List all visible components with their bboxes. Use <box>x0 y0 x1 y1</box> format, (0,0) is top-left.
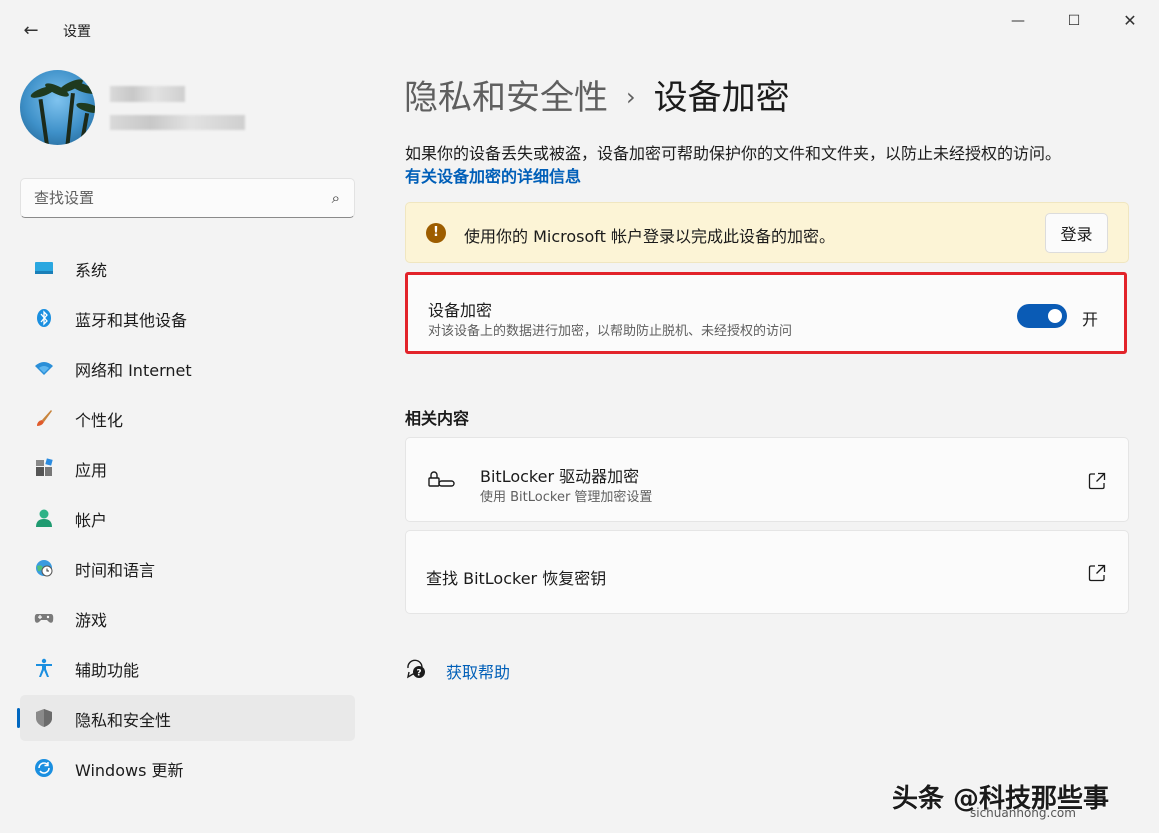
sidebar-item-label: Windows 更新 <box>75 761 184 780</box>
profile-name-blurred <box>110 86 185 102</box>
warning-text: 使用你的 Microsoft 帐户登录以完成此设备的加密。 <box>464 227 835 246</box>
sidebar-item-label: 帐户 <box>75 511 108 530</box>
accessibility-icon <box>36 658 52 677</box>
details-link[interactable]: 有关设备加密的详细信息 <box>405 163 581 187</box>
sidebar-item-system[interactable]: 系统 <box>20 245 355 291</box>
breadcrumb: 隐私和安全性 › 设备加密 <box>404 70 790 119</box>
sidebar-item-accounts[interactable]: 帐户 <box>20 495 355 541</box>
sidebar-item-label: 蓝牙和其他设备 <box>75 311 188 330</box>
recovery-key-card[interactable]: 查找 BitLocker 恢复密钥 <box>405 530 1129 614</box>
device-encryption-card: 设备加密 对该设备上的数据进行加密，以帮助防止脱机、未经授权的访问 开 <box>405 272 1127 354</box>
sidebar-nav: 系统 蓝牙和其他设备 网络和 Internet 个性化 应用 帐户 时间和语言 … <box>17 245 355 795</box>
search-input[interactable] <box>34 187 314 209</box>
sidebar-item-windows-update[interactable]: Windows 更新 <box>20 745 355 791</box>
lock-key-icon <box>428 471 455 487</box>
sidebar-item-label: 个性化 <box>75 411 124 430</box>
search-box[interactable]: ⌕ <box>20 178 355 218</box>
wifi-icon <box>35 362 53 375</box>
avatar[interactable] <box>20 70 95 145</box>
sidebar-item-gaming[interactable]: 游戏 <box>20 595 355 641</box>
sidebar-item-label: 辅助功能 <box>75 661 140 680</box>
title-bar: ← 设置 — ☐ ✕ <box>0 0 1159 60</box>
signin-button[interactable]: 登录 <box>1045 213 1108 253</box>
minimize-button[interactable]: — <box>1005 8 1031 34</box>
watermark-url: sichuanhong.com <box>970 806 1076 820</box>
toggle-knob <box>1048 309 1062 323</box>
sidebar-item-label: 隐私和安全性 <box>75 711 172 730</box>
sidebar-item-network[interactable]: 网络和 Internet <box>20 345 355 391</box>
search-icon[interactable]: ⌕ <box>332 189 340 207</box>
sidebar-item-privacy-security[interactable]: 隐私和安全性 <box>17 695 355 741</box>
sidebar-item-bluetooth[interactable]: 蓝牙和其他设备 <box>20 295 355 341</box>
breadcrumb-separator: › <box>626 83 636 111</box>
external-link-icon <box>1088 564 1106 582</box>
encryption-title: 设备加密 <box>428 301 493 320</box>
related-section-title: 相关内容 <box>405 409 470 428</box>
encryption-toggle[interactable] <box>1017 304 1067 328</box>
signin-warning-banner: ! 使用你的 Microsoft 帐户登录以完成此设备的加密。 登录 <box>405 202 1129 263</box>
breadcrumb-parent[interactable]: 隐私和安全性 <box>404 78 608 118</box>
sidebar-item-label: 游戏 <box>75 611 108 630</box>
sidebar-item-accessibility[interactable]: 辅助功能 <box>20 645 355 691</box>
recovery-key-title: 查找 BitLocker 恢复密钥 <box>426 569 607 588</box>
back-arrow-icon[interactable]: ← <box>18 18 44 44</box>
gamepad-icon <box>34 614 54 623</box>
globe-clock-icon <box>36 560 53 577</box>
encryption-subtitle: 对该设备上的数据进行加密，以帮助防止脱机、未经授权的访问 <box>428 324 793 339</box>
sidebar-item-time-language[interactable]: 时间和语言 <box>20 545 355 591</box>
brush-icon <box>37 410 52 426</box>
page-description: 如果你的设备丢失或被盗，设备加密可帮助保护你的文件和文件夹，以防止未经授权的访问… <box>405 144 1062 163</box>
sidebar-item-label: 时间和语言 <box>75 561 156 580</box>
maximize-button[interactable]: ☐ <box>1061 8 1087 34</box>
active-indicator <box>17 708 20 728</box>
bluetooth-icon <box>37 309 51 327</box>
svg-text:?: ? <box>416 669 421 679</box>
system-icon <box>35 262 53 274</box>
sidebar-item-personalization[interactable]: 个性化 <box>20 395 355 441</box>
account-icon <box>36 509 52 527</box>
sidebar-item-apps[interactable]: 应用 <box>20 445 355 491</box>
help-icon: ? <box>407 659 425 679</box>
get-help-link[interactable]: 获取帮助 <box>446 659 510 683</box>
apps-icon <box>36 458 53 476</box>
update-icon <box>35 759 53 777</box>
sidebar-item-label: 网络和 Internet <box>75 361 192 380</box>
profile-email-blurred <box>110 115 245 130</box>
close-button[interactable]: ✕ <box>1117 8 1143 34</box>
toggle-state-label: 开 <box>1082 310 1099 329</box>
bitlocker-card[interactable]: BitLocker 驱动器加密 使用 BitLocker 管理加密设置 <box>405 437 1129 522</box>
external-link-icon <box>1088 472 1106 490</box>
warning-icon: ! <box>426 223 446 243</box>
sidebar-item-label: 应用 <box>75 461 108 480</box>
bitlocker-title: BitLocker 驱动器加密 <box>480 467 640 486</box>
page-title: 设备加密 <box>653 78 790 118</box>
sidebar-item-label: 系统 <box>75 261 108 280</box>
shield-icon <box>36 709 52 727</box>
bitlocker-subtitle: 使用 BitLocker 管理加密设置 <box>480 490 653 505</box>
app-title: 设置 <box>63 24 91 40</box>
